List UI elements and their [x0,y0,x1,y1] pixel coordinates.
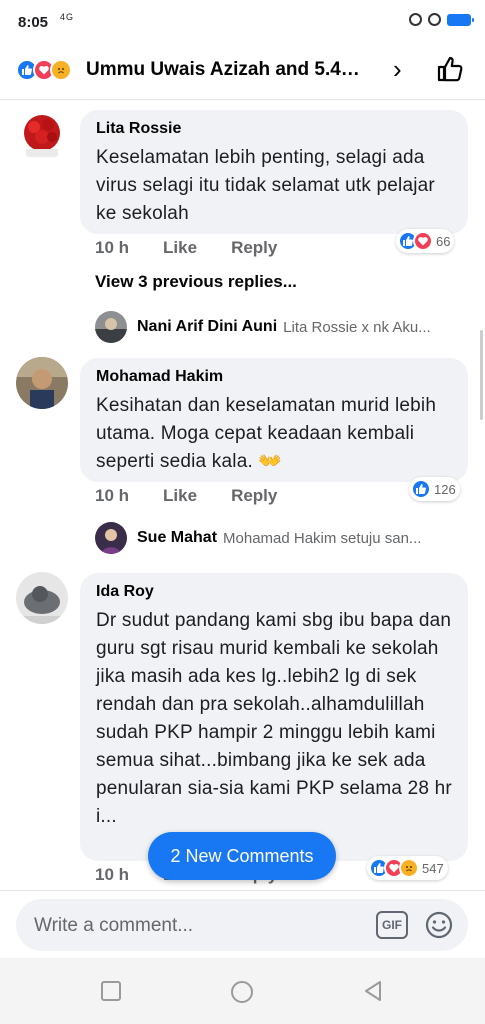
avatar-mohamad-hakim[interactable] [16,357,68,409]
like-button[interactable]: Like [163,486,197,506]
status-icons [409,13,474,26]
comment-input[interactable]: Write a comment... GIF [16,899,468,951]
comment-text: Kesihatan dan keselamatan murid lebih ut… [96,395,437,472]
reaction-summary[interactable]: 547 [367,856,448,880]
comment-time: 10 h [95,238,130,257]
reply-snippet: Lita Rossie x nk Aku... [283,318,431,336]
recents-icon[interactable] [100,980,122,1002]
reply-author[interactable]: Nani Arif Dini Auni [137,318,277,336]
reaction-summary[interactable]: 66 [396,229,455,253]
like-post-icon[interactable] [436,55,464,83]
emoji-icon[interactable] [424,910,454,940]
reply-preview[interactable]: Nani Arif Dini Auni Lita Rossie x nk Aku… [95,311,465,343]
comment-placeholder: Write a comment... [34,915,194,936]
comment-author[interactable]: Ida Roy [96,583,452,601]
reaction-count: 547 [422,860,444,876]
status-bar: 8:05 4G [0,0,485,40]
home-icon[interactable] [230,980,254,1004]
comment-text: Dr sudut pandang kami sbg ibu bapa dan g… [96,610,452,827]
avatar-sue-mahat [95,522,127,554]
battery-icon [447,13,474,26]
comment-author[interactable]: Lita Rossie [96,120,452,138]
like-reaction-icon [411,479,431,499]
reaction-count: 126 [434,481,456,497]
comment-bubble[interactable]: Ida Roy Dr sudut pandang kami sbg ibu ba… [80,573,468,861]
post-reactors-title[interactable]: Ummu Uwais Azizah and 5.4… [86,59,360,81]
new-comments-button[interactable]: 2 New Comments [148,832,336,880]
sad-reaction-icon [399,858,419,878]
back-icon[interactable] [362,980,384,1002]
comment-text: Keselamatan lebih penting, selagi ada vi… [96,147,435,224]
view-previous-replies-link[interactable]: View 3 previous replies... [95,272,297,292]
comment-author[interactable]: Mohamad Hakim [96,368,452,386]
comment-time: 10 h [95,865,130,884]
avatar-lita-rossie[interactable] [16,109,68,161]
avatar-ida-roy[interactable] [16,572,68,624]
reaction-count: 66 [436,233,451,249]
reply-preview[interactable]: Sue Mahat Mohamad Hakim setuju san... [95,522,465,554]
like-button[interactable]: Like [163,238,197,258]
comment-bubble[interactable]: Lita Rossie Keselamatan lebih penting, s… [80,110,468,234]
alarm-icon [409,13,422,26]
header-reactions[interactable] [16,59,72,81]
status-time: 8:05 [18,14,49,31]
comment-actions: 10 h Like Reply [95,486,311,506]
reply-author[interactable]: Sue Mahat [137,529,217,547]
reply-button[interactable]: Reply [231,238,277,258]
comment-composer: Write a comment... GIF [0,890,485,958]
reaction-summary[interactable]: 126 [409,477,460,501]
love-reaction-icon [413,231,433,251]
system-nav-bar [0,958,485,1024]
reply-snippet: Mohamad Hakim setuju san... [223,529,422,547]
comment-bubble[interactable]: Mohamad Hakim Kesihatan dan keselamatan … [80,358,468,482]
comments-feed[interactable]: Lita Rossie Keselamatan lebih penting, s… [0,100,485,890]
comment-time: 10 h [95,486,130,505]
clock-icon [428,13,441,26]
comment-actions: 10 h Like Reply [95,238,311,258]
gif-button[interactable]: GIF [376,911,408,939]
network-indicator: 4G [60,12,75,22]
reply-button[interactable]: Reply [231,486,277,506]
avatar-nani-arif [95,311,127,343]
chevron-right-icon[interactable]: › [393,54,402,85]
scrollbar[interactable] [480,330,483,420]
post-header: Ummu Uwais Azizah and 5.4… › [0,40,485,100]
sad-reaction-icon [50,59,72,81]
